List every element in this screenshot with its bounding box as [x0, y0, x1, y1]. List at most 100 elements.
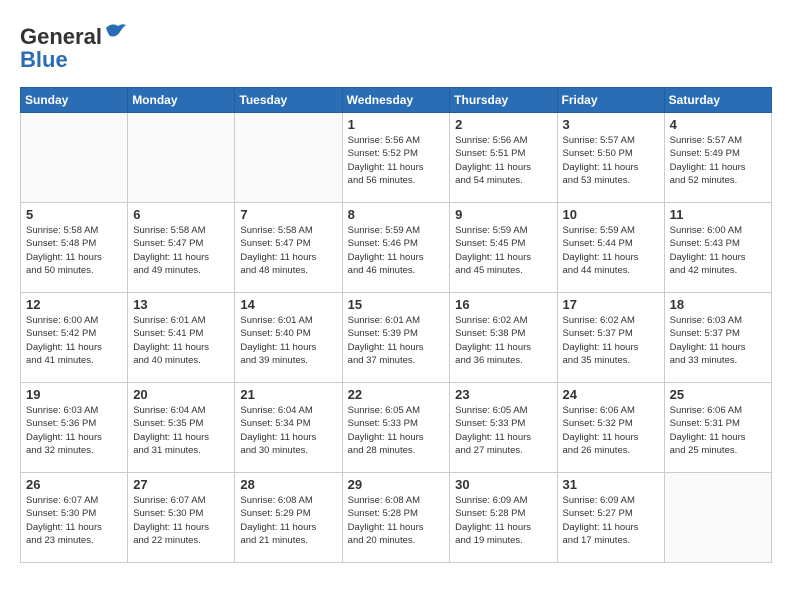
- day-number: 6: [133, 207, 229, 222]
- day-number: 10: [563, 207, 659, 222]
- day-cell: 30Sunrise: 6:09 AM Sunset: 5:28 PM Dayli…: [450, 473, 557, 563]
- day-cell: 21 Sunrise: 6:04 AM Sunset: 5:34 PM Dayli…: [235, 383, 342, 473]
- day-number: 5: [26, 207, 122, 222]
- day-cell: 15Sunrise: 6:01 AM Sunset: 5:39 PM Dayli…: [342, 293, 450, 383]
- day-number: 28: [240, 477, 336, 492]
- day-info: Sunrise: 5:58 AM Sunset: 5:47 PM Dayligh…: [240, 224, 336, 277]
- logo-general: General: [20, 24, 102, 49]
- day-cell: 9Sunrise: 5:59 AM Sunset: 5:45 PM Daylig…: [450, 203, 557, 293]
- logo: General Blue: [20, 20, 128, 71]
- day-number: 31: [563, 477, 659, 492]
- day-number: 2: [455, 117, 551, 132]
- day-info: Sunrise: 6:04 AM Sunset: 5:35 PM Dayligh…: [133, 404, 229, 457]
- day-info: Sunrise: 6:02 AM Sunset: 5:38 PM Dayligh…: [455, 314, 551, 367]
- week-row-2: 5 Sunrise: 5:58 AM Sunset: 5:48 PM Daylig…: [21, 203, 772, 293]
- day-number: 12: [26, 297, 122, 312]
- day-cell: 8 Sunrise: 5:59 AM Sunset: 5:46 PM Daylig…: [342, 203, 450, 293]
- day-cell: 4Sunrise: 5:57 AM Sunset: 5:49 PM Daylig…: [664, 113, 771, 203]
- day-cell: 10 Sunrise: 5:59 AM Sunset: 5:44 PM Dayli…: [557, 203, 664, 293]
- day-cell: 6 Sunrise: 5:58 AM Sunset: 5:47 PM Daylig…: [128, 203, 235, 293]
- logo-bird-icon: [104, 20, 128, 44]
- calendar: SundayMondayTuesdayWednesdayThursdayFrid…: [20, 87, 772, 563]
- day-number: 14: [240, 297, 336, 312]
- week-row-3: 12 Sunrise: 6:00 AM Sunset: 5:42 PM Dayli…: [21, 293, 772, 383]
- weekday-header-friday: Friday: [557, 88, 664, 113]
- day-cell: 26 Sunrise: 6:07 AM Sunset: 5:30 PM Dayli…: [21, 473, 128, 563]
- day-number: 18: [670, 297, 766, 312]
- day-cell: 31Sunrise: 6:09 AM Sunset: 5:27 PM Dayli…: [557, 473, 664, 563]
- day-number: 9: [455, 207, 551, 222]
- day-info: Sunrise: 6:07 AM Sunset: 5:30 PM Dayligh…: [26, 494, 122, 547]
- day-info: Sunrise: 5:57 AM Sunset: 5:49 PM Dayligh…: [670, 134, 766, 187]
- day-number: 27: [133, 477, 229, 492]
- day-cell: 16 Sunrise: 6:02 AM Sunset: 5:38 PM Dayli…: [450, 293, 557, 383]
- day-info: Sunrise: 6:09 AM Sunset: 5:28 PM Dayligh…: [455, 494, 551, 547]
- day-number: 7: [240, 207, 336, 222]
- day-info: Sunrise: 6:00 AM Sunset: 5:43 PM Dayligh…: [670, 224, 766, 277]
- day-cell: 1Sunrise: 5:56 AM Sunset: 5:52 PM Daylig…: [342, 113, 450, 203]
- day-info: Sunrise: 6:03 AM Sunset: 5:36 PM Dayligh…: [26, 404, 122, 457]
- day-info: Sunrise: 5:59 AM Sunset: 5:44 PM Dayligh…: [563, 224, 659, 277]
- day-cell: 24 Sunrise: 6:06 AM Sunset: 5:32 PM Dayli…: [557, 383, 664, 473]
- weekday-header-monday: Monday: [128, 88, 235, 113]
- day-number: 11: [670, 207, 766, 222]
- day-info: Sunrise: 6:04 AM Sunset: 5:34 PM Dayligh…: [240, 404, 336, 457]
- day-info: Sunrise: 6:07 AM Sunset: 5:30 PM Dayligh…: [133, 494, 229, 547]
- day-info: Sunrise: 5:57 AM Sunset: 5:50 PM Dayligh…: [563, 134, 659, 187]
- day-info: Sunrise: 5:58 AM Sunset: 5:48 PM Dayligh…: [26, 224, 122, 277]
- day-number: 20: [133, 387, 229, 402]
- day-cell: 25Sunrise: 6:06 AM Sunset: 5:31 PM Dayli…: [664, 383, 771, 473]
- page: General Blue SundayMondayTuesdayWednesda…: [0, 0, 792, 612]
- day-cell: 5 Sunrise: 5:58 AM Sunset: 5:48 PM Daylig…: [21, 203, 128, 293]
- day-cell: [21, 113, 128, 203]
- day-cell: 13Sunrise: 6:01 AM Sunset: 5:41 PM Dayli…: [128, 293, 235, 383]
- day-info: Sunrise: 5:58 AM Sunset: 5:47 PM Dayligh…: [133, 224, 229, 277]
- day-cell: 27 Sunrise: 6:07 AM Sunset: 5:30 PM Dayli…: [128, 473, 235, 563]
- day-number: 23: [455, 387, 551, 402]
- day-cell: 2 Sunrise: 5:56 AM Sunset: 5:51 PM Daylig…: [450, 113, 557, 203]
- day-info: Sunrise: 5:56 AM Sunset: 5:51 PM Dayligh…: [455, 134, 551, 187]
- day-cell: [664, 473, 771, 563]
- logo-blue: Blue: [20, 49, 128, 71]
- day-number: 26: [26, 477, 122, 492]
- day-cell: 20 Sunrise: 6:04 AM Sunset: 5:35 PM Dayli…: [128, 383, 235, 473]
- day-number: 16: [455, 297, 551, 312]
- day-number: 3: [563, 117, 659, 132]
- day-info: Sunrise: 6:08 AM Sunset: 5:28 PM Dayligh…: [348, 494, 445, 547]
- day-info: Sunrise: 5:59 AM Sunset: 5:46 PM Dayligh…: [348, 224, 445, 277]
- day-number: 21: [240, 387, 336, 402]
- day-cell: 7 Sunrise: 5:58 AM Sunset: 5:47 PM Daylig…: [235, 203, 342, 293]
- day-number: 24: [563, 387, 659, 402]
- day-cell: 23Sunrise: 6:05 AM Sunset: 5:33 PM Dayli…: [450, 383, 557, 473]
- day-number: 8: [348, 207, 445, 222]
- day-cell: 17Sunrise: 6:02 AM Sunset: 5:37 PM Dayli…: [557, 293, 664, 383]
- weekday-header-row: SundayMondayTuesdayWednesdayThursdayFrid…: [21, 88, 772, 113]
- day-info: Sunrise: 6:03 AM Sunset: 5:37 PM Dayligh…: [670, 314, 766, 367]
- day-number: 17: [563, 297, 659, 312]
- day-info: Sunrise: 6:08 AM Sunset: 5:29 PM Dayligh…: [240, 494, 336, 547]
- day-info: Sunrise: 6:06 AM Sunset: 5:31 PM Dayligh…: [670, 404, 766, 457]
- day-cell: 12 Sunrise: 6:00 AM Sunset: 5:42 PM Dayli…: [21, 293, 128, 383]
- week-row-5: 26 Sunrise: 6:07 AM Sunset: 5:30 PM Dayli…: [21, 473, 772, 563]
- day-cell: 18 Sunrise: 6:03 AM Sunset: 5:37 PM Dayli…: [664, 293, 771, 383]
- day-number: 13: [133, 297, 229, 312]
- day-info: Sunrise: 6:01 AM Sunset: 5:39 PM Dayligh…: [348, 314, 445, 367]
- day-number: 29: [348, 477, 445, 492]
- day-cell: 29 Sunrise: 6:08 AM Sunset: 5:28 PM Dayli…: [342, 473, 450, 563]
- day-info: Sunrise: 6:00 AM Sunset: 5:42 PM Dayligh…: [26, 314, 122, 367]
- day-info: Sunrise: 6:06 AM Sunset: 5:32 PM Dayligh…: [563, 404, 659, 457]
- day-cell: [128, 113, 235, 203]
- week-row-4: 19Sunrise: 6:03 AM Sunset: 5:36 PM Dayli…: [21, 383, 772, 473]
- header: General Blue: [20, 20, 772, 71]
- day-cell: 14 Sunrise: 6:01 AM Sunset: 5:40 PM Dayli…: [235, 293, 342, 383]
- weekday-header-saturday: Saturday: [664, 88, 771, 113]
- day-cell: 3 Sunrise: 5:57 AM Sunset: 5:50 PM Daylig…: [557, 113, 664, 203]
- day-info: Sunrise: 6:01 AM Sunset: 5:40 PM Dayligh…: [240, 314, 336, 367]
- day-info: Sunrise: 6:05 AM Sunset: 5:33 PM Dayligh…: [348, 404, 445, 457]
- day-cell: [235, 113, 342, 203]
- logo-text: General: [20, 20, 128, 49]
- weekday-header-wednesday: Wednesday: [342, 88, 450, 113]
- week-row-1: 1Sunrise: 5:56 AM Sunset: 5:52 PM Daylig…: [21, 113, 772, 203]
- day-cell: 28 Sunrise: 6:08 AM Sunset: 5:29 PM Dayli…: [235, 473, 342, 563]
- day-cell: 22Sunrise: 6:05 AM Sunset: 5:33 PM Dayli…: [342, 383, 450, 473]
